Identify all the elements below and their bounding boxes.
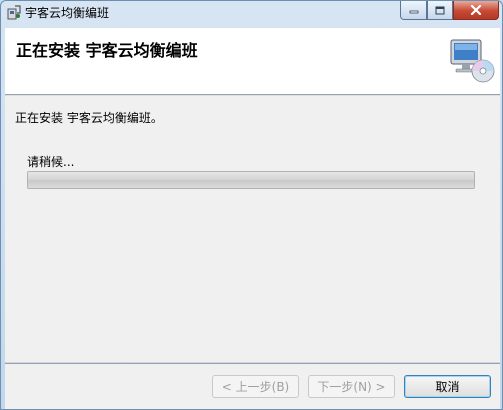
- minimize-icon: [409, 10, 418, 14]
- install-status-text: 正在安装 宇客云均衡编班。: [15, 111, 163, 125]
- installer-window: 宇客云均衡编班 正在安装 宇客云均衡编班 正在安装 宇客云均衡编班。 请稍候..…: [0, 0, 503, 410]
- next-button[interactable]: 下一步(N) >: [308, 375, 395, 398]
- header-banner: 正在安装 宇客云均衡编班: [5, 28, 500, 95]
- window-title: 宇客云均衡编班: [25, 6, 110, 20]
- title-bar[interactable]: 宇客云均衡编班: [1, 1, 502, 23]
- cancel-button[interactable]: 取消: [404, 375, 491, 398]
- back-button[interactable]: < 上一步(B): [212, 375, 299, 398]
- close-button[interactable]: [453, 1, 499, 20]
- computer-disc-icon: [450, 39, 495, 83]
- close-icon: [470, 5, 482, 15]
- wait-label: 请稍候...: [27, 155, 75, 169]
- content-area: 正在安装 宇客云均衡编班。 请稍候...: [5, 96, 500, 362]
- installer-app-icon: [7, 5, 21, 20]
- maximize-icon: [435, 6, 445, 14]
- minimize-button[interactable]: [400, 1, 427, 20]
- install-progress-bar: [27, 171, 475, 189]
- button-bar: < 上一步(B) 下一步(N) > 取消: [5, 363, 500, 409]
- page-title: 正在安装 宇客云均衡编班: [16, 41, 198, 60]
- maximize-button[interactable]: [427, 1, 453, 20]
